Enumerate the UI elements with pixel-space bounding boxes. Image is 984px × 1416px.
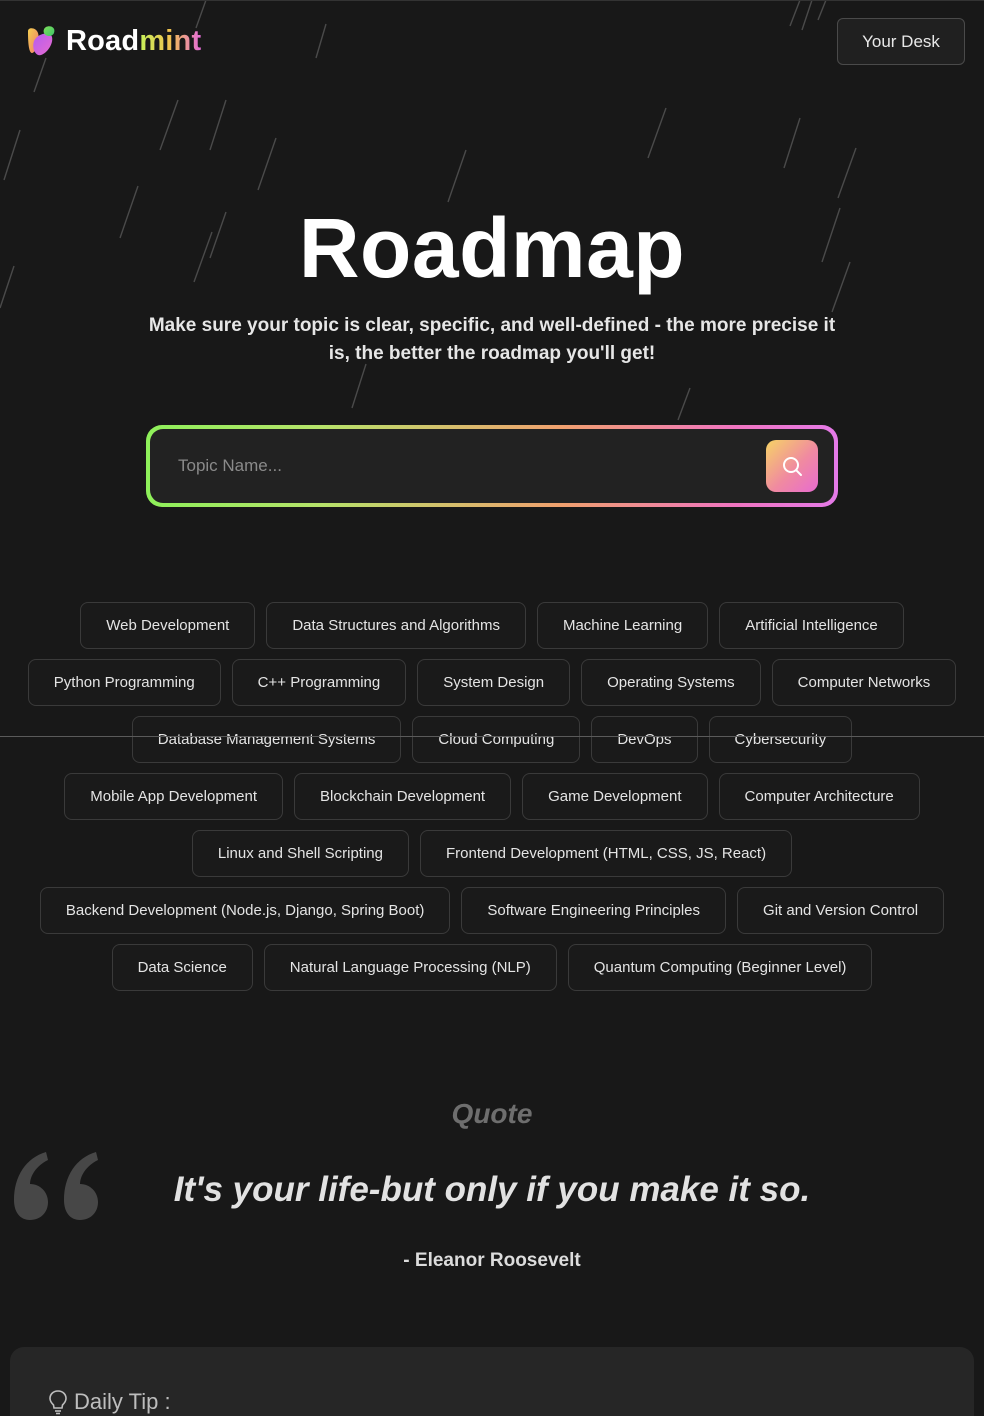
topic-chip[interactable]: Computer Architecture — [718, 773, 920, 820]
topic-chip[interactable]: Data Science — [111, 944, 253, 991]
search-box — [150, 429, 834, 503]
topic-chip[interactable]: Frontend Development (HTML, CSS, JS, Rea… — [419, 830, 793, 877]
brand-name-part1: Road — [66, 24, 140, 57]
topic-chip[interactable]: Computer Networks — [771, 659, 957, 706]
topic-chip[interactable]: Database Management Systems — [131, 716, 402, 763]
topic-chip[interactable]: Game Development — [522, 773, 708, 820]
topic-chip[interactable]: Cybersecurity — [708, 716, 853, 763]
topic-chip[interactable]: Web Development — [80, 602, 256, 649]
topic-search-input[interactable] — [178, 449, 738, 483]
topic-chip[interactable]: Artificial Intelligence — [719, 602, 904, 649]
daily-tip-card: Daily Tip : — [10, 1347, 974, 1416]
search-button[interactable] — [766, 440, 818, 492]
topic-chip[interactable]: C++ Programming — [231, 659, 407, 706]
search-icon — [783, 457, 802, 476]
divider — [0, 736, 984, 737]
search-bar — [146, 425, 838, 507]
topic-chip[interactable]: Natural Language Processing (NLP) — [263, 944, 557, 991]
topic-chip[interactable]: Quantum Computing (Beginner Level) — [567, 944, 873, 991]
daily-tip-title: Daily Tip : — [74, 1389, 171, 1414]
topic-chip[interactable]: Mobile App Development — [64, 773, 284, 820]
topic-chip[interactable]: Machine Learning — [536, 602, 709, 649]
topic-chip[interactable]: Python Programming — [27, 659, 221, 706]
topic-chip[interactable]: Backend Development (Node.js, Django, Sp… — [39, 887, 451, 934]
quote-text: It's your life-but only if you make it s… — [173, 1170, 811, 1209]
brand-name-part2: mint — [139, 24, 202, 57]
topic-row: Web Development Data Structures and Algo… — [0, 602, 984, 649]
topic-row: Linux and Shell Scripting Frontend Devel… — [0, 830, 984, 877]
your-desk-button[interactable]: Your Desk — [837, 18, 965, 65]
quote-heading: Quote — [451, 1098, 533, 1129]
topic-chip[interactable]: Git and Version Control — [737, 887, 945, 934]
daily-tip-heading: Daily Tip : — [48, 1389, 171, 1415]
page-subtitle: Make sure your topic is clear, specific,… — [148, 315, 836, 364]
topic-row: Database Management Systems Cloud Comput… — [0, 716, 984, 763]
brand-logo[interactable]: Roadmint — [24, 23, 201, 59]
topic-row: Mobile App Development Blockchain Develo… — [0, 773, 984, 820]
quote-author: - Eleanor Roosevelt — [403, 1250, 581, 1271]
topic-chip[interactable]: Data Structures and Algorithms — [266, 602, 526, 649]
lightbulb-icon — [49, 1390, 67, 1415]
topic-row: Backend Development (Node.js, Django, Sp… — [0, 887, 984, 934]
topic-chip[interactable]: DevOps — [591, 716, 698, 763]
topic-suggestions: Web Development Data Structures and Algo… — [0, 602, 984, 1001]
topic-chip[interactable]: Linux and Shell Scripting — [191, 830, 409, 877]
topic-row: Python Programming C++ Programming Syste… — [0, 659, 984, 706]
topic-chip[interactable]: System Design — [417, 659, 571, 706]
topic-chip[interactable]: Software Engineering Principles — [461, 887, 727, 934]
top-header: Roadmint Your Desk — [0, 0, 984, 84]
logo-icon — [28, 26, 55, 56]
topic-chip[interactable]: Blockchain Development — [294, 773, 512, 820]
topic-chip[interactable]: Operating Systems — [581, 659, 761, 706]
topic-chip[interactable]: Cloud Computing — [412, 716, 581, 763]
page-title: Roadmap — [298, 201, 686, 295]
brand-name: Roadmint — [66, 25, 201, 58]
topic-row: Data Science Natural Language Processing… — [0, 944, 984, 991]
